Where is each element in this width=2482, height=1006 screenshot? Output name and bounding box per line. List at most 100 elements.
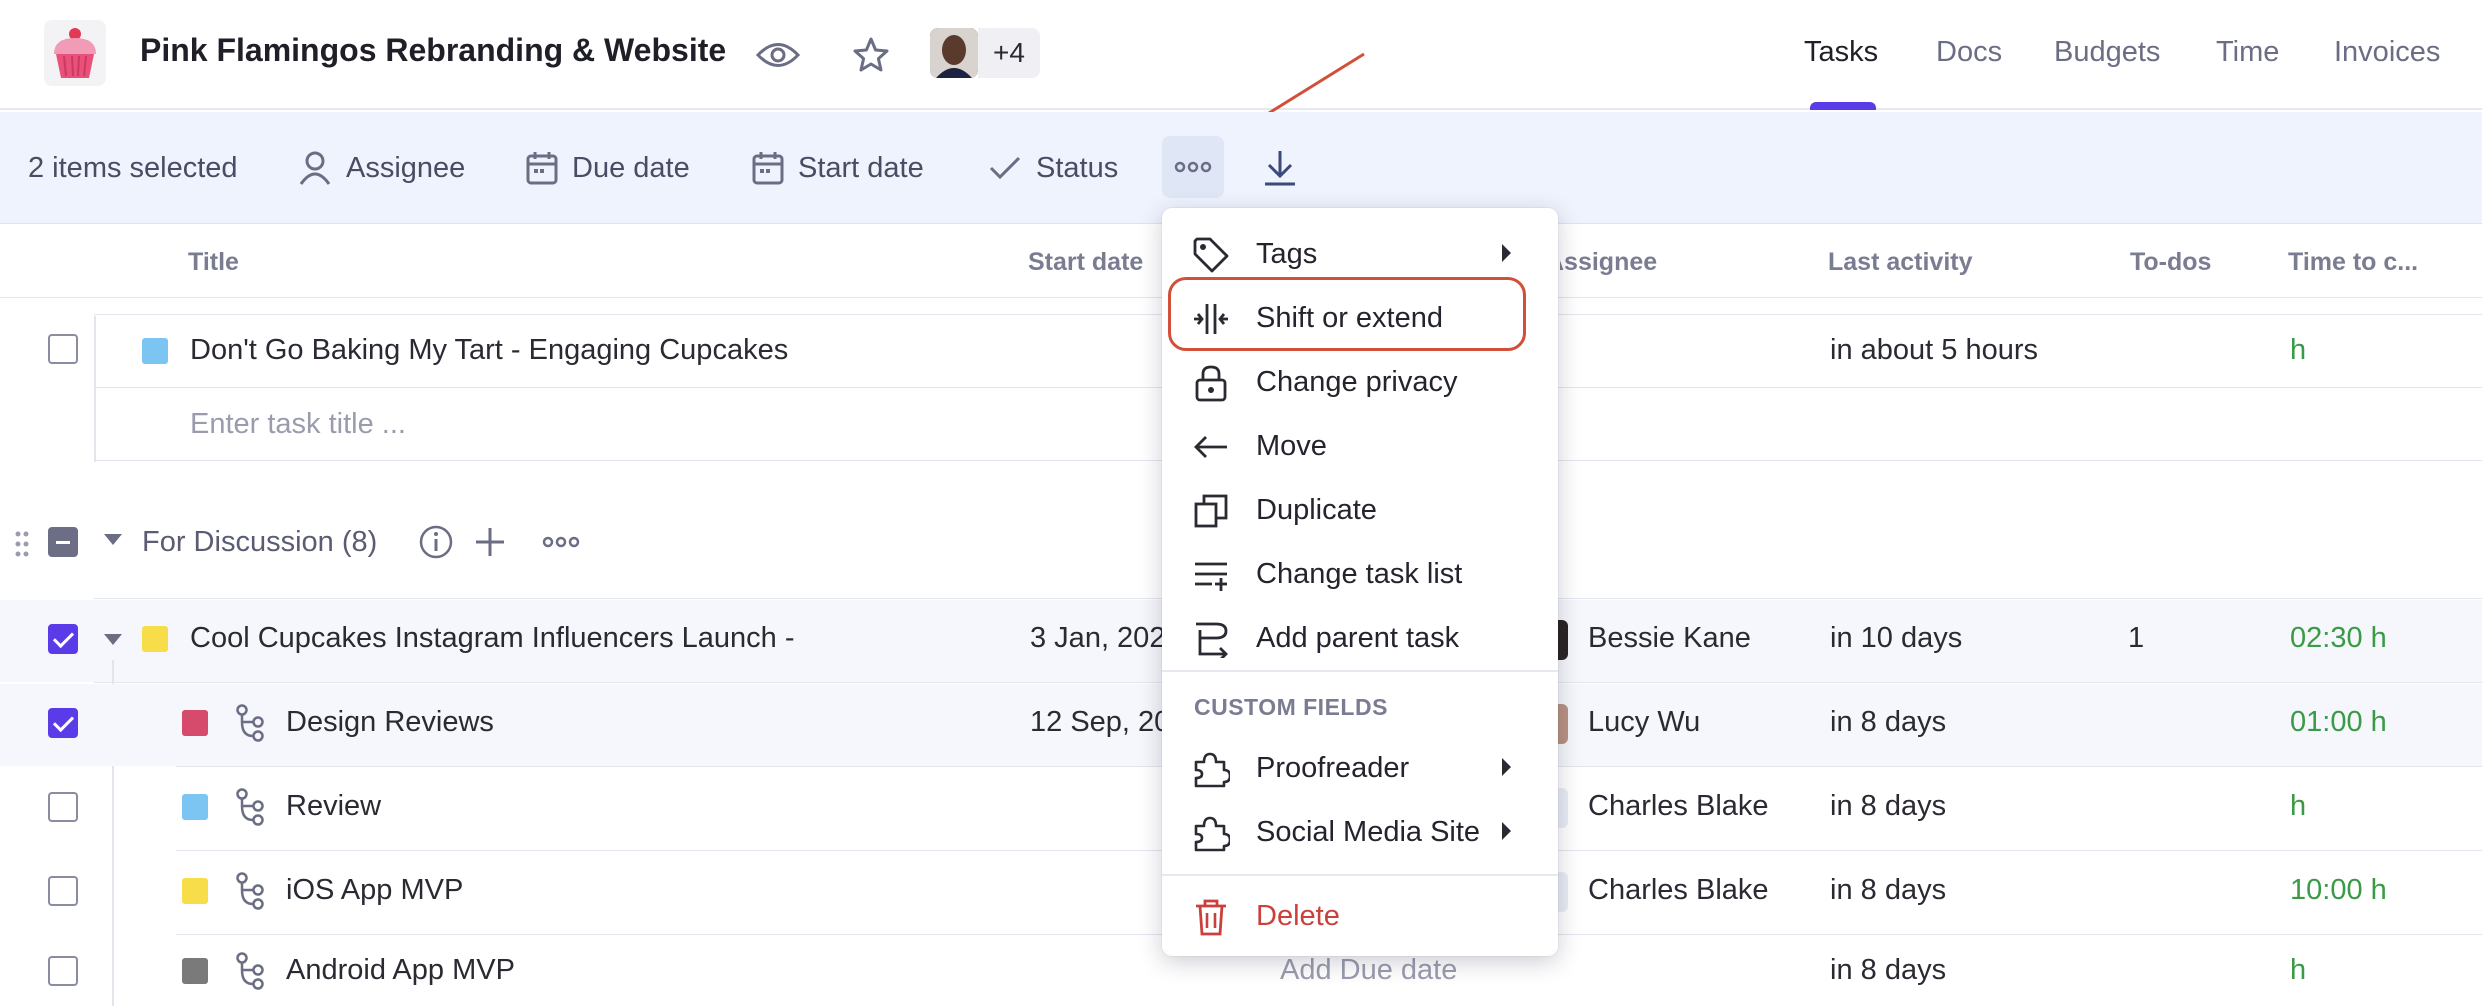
todos-count: 1 <box>2128 622 2145 654</box>
menu-item-delete[interactable]: Delete <box>1162 884 1558 948</box>
annotation-highlight <box>1168 277 1526 351</box>
time-value: 01:00 h <box>2290 706 2387 738</box>
menu-item-move[interactable]: Move <box>1162 414 1558 478</box>
due-date-button[interactable]: Due date <box>526 144 690 192</box>
group-title[interactable]: For Discussion (8) <box>142 526 377 559</box>
selected-count: 2 items selected <box>28 152 238 184</box>
task-title[interactable]: Don't Go Baking My Tart - Engaging Cupca… <box>190 334 788 367</box>
assignee-name[interactable]: Charles Blake <box>1588 790 1769 823</box>
last-activity: in 10 days <box>1830 622 1963 654</box>
chevron-right-icon <box>1502 244 1511 262</box>
task-title[interactable]: Review <box>286 790 381 823</box>
time-value: h <box>2290 790 2307 822</box>
group-checkbox[interactable] <box>48 527 78 557</box>
menu-item-social-media-site[interactable]: Social Media Site <box>1162 800 1558 864</box>
menu-item-label: Change task list <box>1256 558 1463 590</box>
assignee-name[interactable]: Bessie Kane <box>1588 622 1751 655</box>
row-checkbox[interactable] <box>48 956 78 986</box>
menu-item-label: Social Media Site <box>1256 816 1481 848</box>
menu-item-proofreader[interactable]: Proofreader <box>1162 736 1558 800</box>
task-title[interactable]: Cool Cupcakes Instagram Influencers Laun… <box>190 622 794 655</box>
column-last-activity[interactable]: Last activity <box>1828 248 1973 277</box>
column-start-date[interactable]: Start date <box>1028 248 1143 277</box>
new-task-input[interactable]: Enter task title ... <box>190 408 406 441</box>
status-button[interactable]: Status <box>988 144 1118 192</box>
arrow-left-icon <box>1192 428 1230 466</box>
active-tab-indicator <box>1810 102 1876 110</box>
puzzle-icon <box>1192 750 1230 788</box>
info-icon[interactable] <box>418 524 454 560</box>
tab-invoices[interactable]: Invoices <box>2334 36 2440 69</box>
task-color-square <box>182 794 208 820</box>
menu-item-change-task-list[interactable]: Change task list <box>1162 542 1558 606</box>
project-title: Pink Flamingos Rebranding & Website <box>140 32 727 68</box>
column-title[interactable]: Title <box>188 248 239 277</box>
menu-item-label: Delete <box>1256 900 1340 932</box>
duplicate-icon <box>1192 492 1230 530</box>
row-checkbox[interactable] <box>48 624 78 654</box>
assignee-button[interactable]: Assignee <box>298 144 465 192</box>
puzzle-icon <box>1192 814 1230 852</box>
collapse-caret-icon[interactable] <box>104 634 122 645</box>
start-date[interactable]: 3 Jan, 202 <box>1030 622 1165 655</box>
due-date-button-label: Due date <box>572 151 690 184</box>
column-time[interactable]: Time to c... <box>2288 248 2418 277</box>
row-checkbox[interactable] <box>48 708 78 738</box>
plus-icon[interactable] <box>472 524 508 560</box>
menu-item-duplicate[interactable]: Duplicate <box>1162 478 1558 542</box>
tab-budgets[interactable]: Budgets <box>2054 36 2160 69</box>
time-value: h <box>2290 954 2307 986</box>
more-icon[interactable] <box>542 536 580 548</box>
subtask-icon <box>234 952 266 990</box>
row-checkbox[interactable] <box>48 792 78 822</box>
tab-docs[interactable]: Docs <box>1936 36 2002 69</box>
subtask-icon <box>234 704 266 742</box>
download-button[interactable] <box>1252 140 1308 196</box>
group-border <box>94 316 96 462</box>
task-color-square <box>182 958 208 984</box>
status-button-label: Status <box>1036 151 1119 184</box>
drag-handle-icon[interactable] <box>14 530 30 558</box>
more-actions-button[interactable] <box>1162 136 1224 198</box>
start-date-button-label: Start date <box>798 151 924 184</box>
last-activity: in 8 days <box>1830 790 1947 822</box>
menu-item-label: Move <box>1256 430 1327 462</box>
calendar-icon <box>526 151 558 185</box>
column-assignee[interactable]: Assignee <box>1560 248 1657 277</box>
menu-item-add-parent-task[interactable]: Add parent task <box>1162 606 1558 670</box>
calendar-icon <box>752 151 784 185</box>
menu-item-change-privacy[interactable]: Change privacy <box>1162 350 1558 414</box>
menu-item-label: Tags <box>1256 238 1318 270</box>
task-title[interactable]: Design Reviews <box>286 706 494 739</box>
star-icon[interactable] <box>845 30 897 80</box>
collapse-caret-icon[interactable] <box>104 534 122 545</box>
chevron-right-icon <box>1502 758 1511 776</box>
cupcake-logo-icon[interactable] <box>44 20 106 86</box>
row-checkbox[interactable] <box>48 334 78 364</box>
assignee-name[interactable]: Lucy Wu <box>1588 706 1700 739</box>
parent-task-icon <box>1192 620 1230 658</box>
task-title[interactable]: iOS App MVP <box>286 874 463 907</box>
assignee-button-label: Assignee <box>346 151 466 184</box>
check-icon <box>988 154 1022 182</box>
person-icon <box>298 150 332 186</box>
menu-item-label: Duplicate <box>1256 494 1377 526</box>
tab-time[interactable]: Time <box>2216 36 2279 69</box>
time-value: 02:30 h <box>2290 622 2387 654</box>
add-due-date[interactable]: Add Due date <box>1280 954 1457 987</box>
avatar[interactable] <box>930 28 978 78</box>
lock-icon <box>1192 364 1230 402</box>
start-date-button[interactable]: Start date <box>752 144 924 192</box>
row-checkbox[interactable] <box>48 876 78 906</box>
task-color-square <box>142 338 168 364</box>
tab-tasks[interactable]: Tasks <box>1804 36 1878 69</box>
start-date[interactable]: 12 Sep, 20 <box>1030 706 1170 739</box>
menu-item-label: Add parent task <box>1256 622 1460 654</box>
menu-divider <box>1162 874 1558 876</box>
assignee-name[interactable]: Charles Blake <box>1588 874 1769 907</box>
last-activity: in 8 days <box>1830 706 1947 738</box>
column-todos[interactable]: To-dos <box>2130 248 2211 277</box>
members-more-badge[interactable]: +4 <box>978 28 1040 78</box>
eye-icon[interactable] <box>752 30 804 80</box>
task-title[interactable]: Android App MVP <box>286 954 515 987</box>
